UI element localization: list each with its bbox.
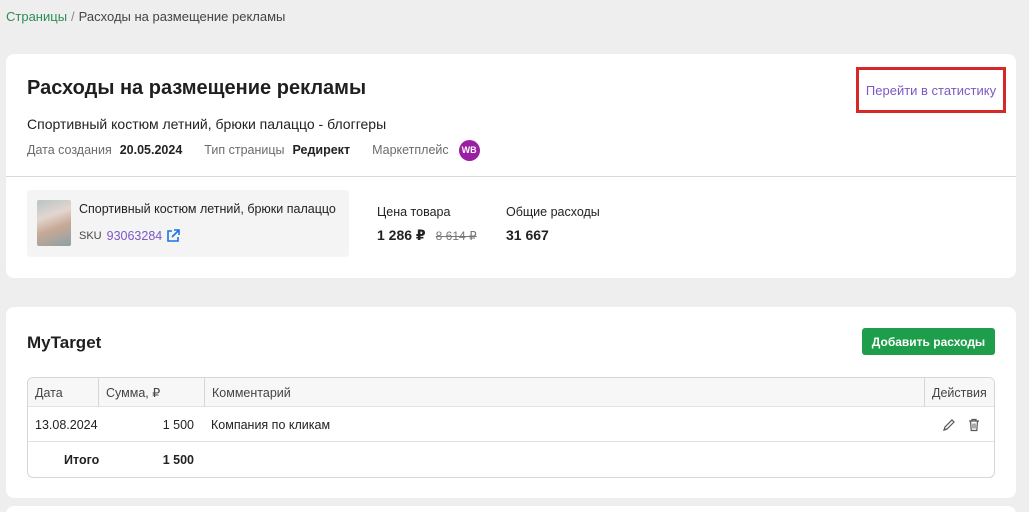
trash-icon[interactable] <box>967 418 981 432</box>
created-label: Дата создания <box>27 143 112 157</box>
go-to-statistics-link[interactable]: Перейти в статистику <box>856 67 1006 113</box>
row-amount: 1 500 <box>162 417 194 432</box>
header-card: Расходы на размещение рекламы Перейти в … <box>6 54 1016 278</box>
column-comment[interactable]: Комментарий <box>204 378 291 407</box>
marketplace-label: Маркетплейс <box>372 143 449 157</box>
old-price: 8 614 ₽ <box>435 229 477 243</box>
table-total-row: Итого 1 500 <box>28 442 994 477</box>
page-meta: Дата создания 20.05.2024 Тип страницы Ре… <box>27 138 480 162</box>
column-date[interactable]: Дата <box>35 378 63 407</box>
price-values: 1 286 ₽ 8 614 ₽ <box>377 227 477 244</box>
total-expenses-value: 31 667 <box>506 227 549 243</box>
page-title: Расходы на размещение рекламы <box>27 77 367 99</box>
edit-icon[interactable] <box>942 418 956 432</box>
sku-link[interactable]: 93063284 <box>107 229 163 243</box>
row-date: 13.08.2024 <box>35 417 98 432</box>
price-value: 1 286 ₽ <box>377 227 426 243</box>
external-link-icon[interactable] <box>166 229 181 243</box>
row-comment: Компания по кликам <box>211 417 331 432</box>
breadcrumb-current: Расходы на размещение рекламы <box>78 9 286 24</box>
price-block: Цена товара 1 286 ₽ 8 614 ₽ <box>377 205 477 244</box>
add-expenses-button[interactable]: Добавить расходы <box>862 328 995 355</box>
table-header: Дата Сумма, ₽ Комментарий Действия <box>28 378 994 407</box>
column-actions: Действия <box>924 378 987 407</box>
mytarget-card: MyTarget Добавить расходы Дата Сумма, ₽ … <box>6 307 1016 498</box>
wb-marketplace-badge: WB <box>458 139 480 161</box>
page-type-label: Тип страницы <box>204 143 285 157</box>
page-subtitle: Спортивный костюм летний, брюки палаццо … <box>27 116 387 132</box>
product-thumbnail <box>37 200 71 246</box>
section-title: MyTarget <box>27 333 102 352</box>
column-amount[interactable]: Сумма, ₽ <box>98 378 160 407</box>
total-label: Итого <box>64 452 100 467</box>
page-type-value: Редирект <box>292 143 351 157</box>
breadcrumb-separator: / <box>71 9 75 24</box>
created-value: 20.05.2024 <box>119 143 183 157</box>
product-sku: SKU 93063284 <box>79 229 181 243</box>
table-row: 13.08.2024 1 500 Компания по кликам <box>28 407 994 442</box>
total-expenses-block: Общие расходы 31 667 <box>506 205 600 243</box>
expenses-table: Дата Сумма, ₽ Комментарий Действия 13.08… <box>27 377 995 478</box>
divider <box>6 176 1016 177</box>
product-name: Спортивный костюм летний, брюки палаццо <box>79 202 336 216</box>
total-amount: 1 500 <box>162 452 194 467</box>
next-card <box>6 506 1016 512</box>
breadcrumb-link-pages[interactable]: Страницы <box>6 9 67 24</box>
price-label: Цена товара <box>377 205 451 219</box>
product-card: Спортивный костюм летний, брюки палаццо … <box>27 190 349 257</box>
breadcrumb: Страницы / Расходы на размещение рекламы <box>6 9 285 24</box>
sku-label: SKU <box>79 230 102 242</box>
total-expenses-label: Общие расходы <box>506 205 600 219</box>
